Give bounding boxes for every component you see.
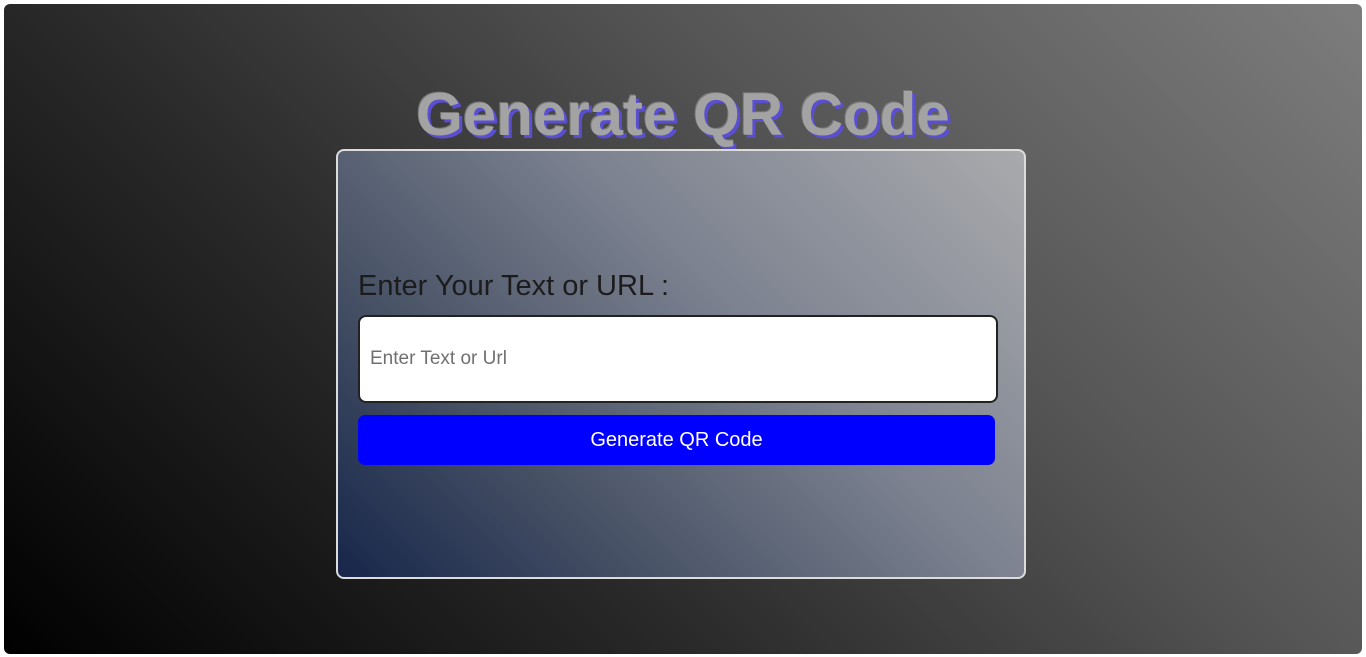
page-background: Generate QR Code Enter Your Text or URL … — [4, 4, 1362, 654]
generate-qr-button[interactable]: Generate QR Code — [358, 415, 995, 465]
qr-form-card: Enter Your Text or URL : Generate QR Cod… — [336, 149, 1026, 579]
text-url-input[interactable] — [358, 315, 998, 403]
input-label: Enter Your Text or URL : — [358, 270, 670, 302]
page-title: Generate QR Code — [416, 81, 950, 148]
